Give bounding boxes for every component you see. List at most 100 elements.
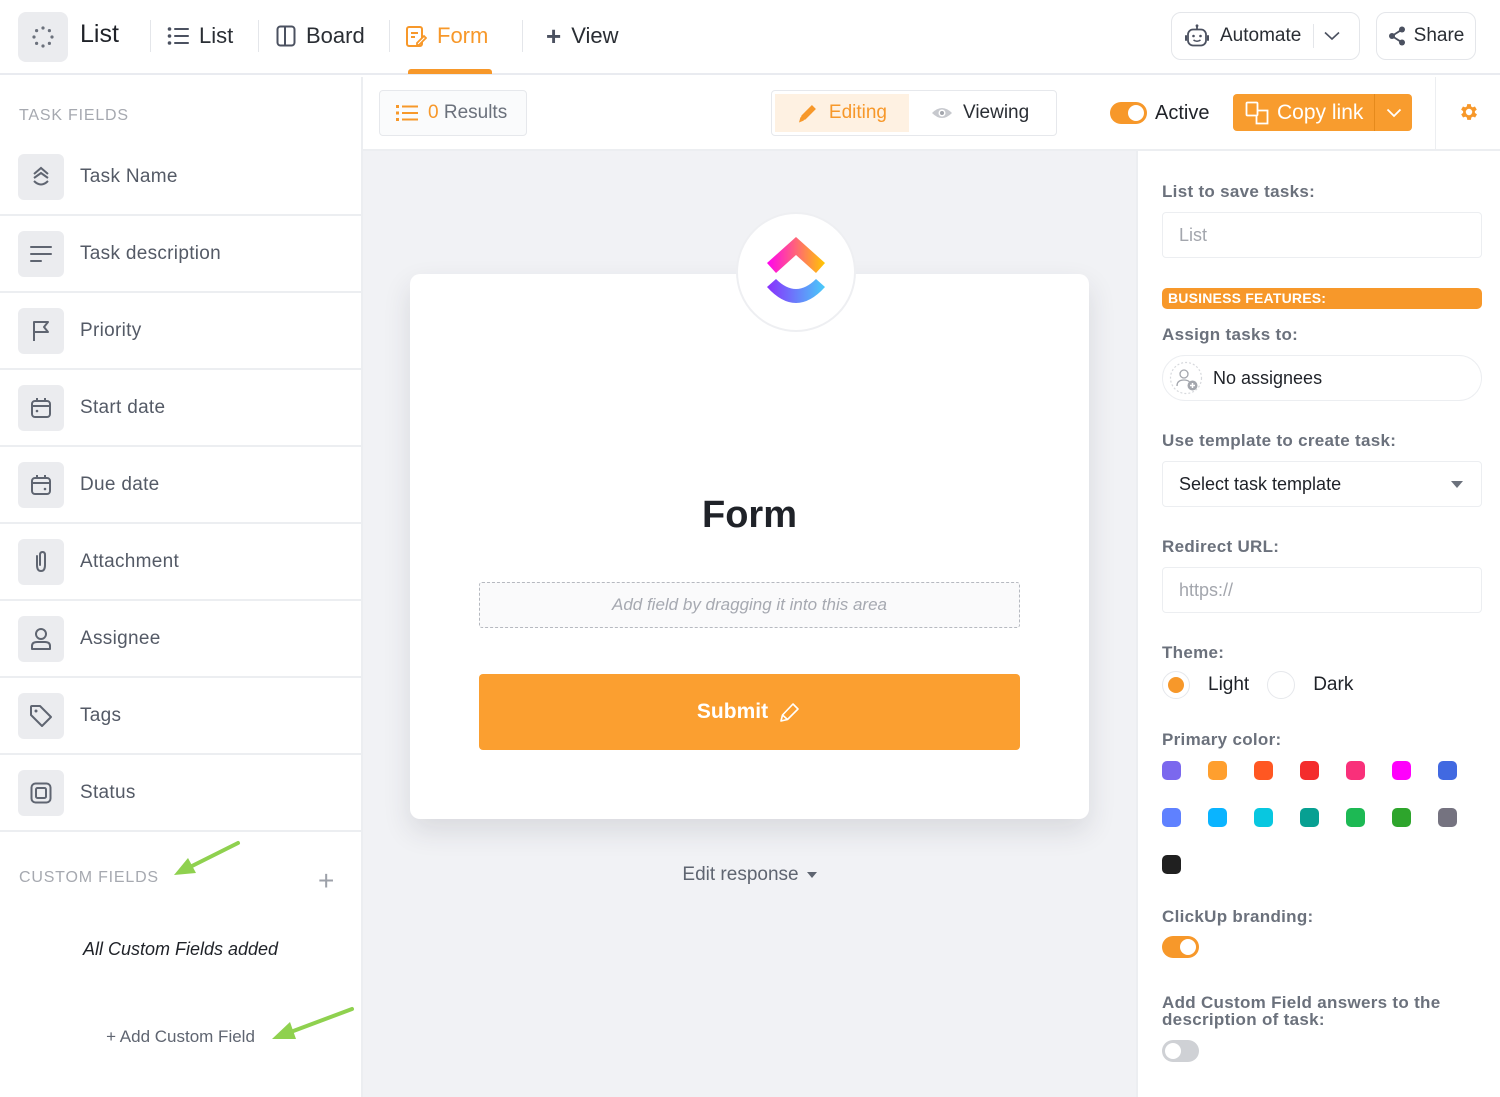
template-value: Select task template (1179, 473, 1342, 494)
form-logo[interactable] (736, 212, 856, 332)
color-swatch[interactable] (1392, 761, 1411, 780)
color-swatch[interactable] (1254, 761, 1273, 780)
assignee-value: No assignees (1213, 367, 1323, 388)
field-item-tags[interactable]: Tags (0, 678, 361, 755)
business-features-badge: BUSINESS FEATURES: (1162, 288, 1482, 309)
form-settings-panel: List to save tasks: List BUSINESS FEATUR… (1136, 151, 1500, 1097)
automate-label: Automate (1220, 25, 1302, 46)
tab-board-label: Board (306, 23, 365, 48)
color-swatch[interactable] (1162, 761, 1181, 780)
active-label: Active (1155, 102, 1210, 124)
redirect-url-input[interactable]: https:// (1162, 567, 1482, 613)
paperclip-icon (18, 538, 64, 585)
add-view-label: View (571, 23, 619, 48)
field-item-due-date[interactable]: Due date (0, 447, 361, 524)
color-swatch[interactable] (1208, 761, 1227, 780)
color-swatch[interactable] (1162, 855, 1181, 874)
tab-list[interactable]: List (167, 18, 233, 54)
edit-response-label: Edit response (682, 864, 799, 885)
clickup-logo-icon (767, 237, 825, 303)
editing-label: Editing (828, 102, 887, 123)
fields-sidebar: TASK FIELDS Task Name Task description P… (0, 77, 363, 1097)
theme-light-radio[interactable] (1162, 671, 1190, 699)
assign-tasks-label: Assign tasks to: (1162, 325, 1299, 344)
form-settings-button[interactable] (1458, 101, 1480, 128)
form-title[interactable]: Form (410, 494, 1089, 537)
field-label: Start date (80, 396, 166, 418)
form-toolbar: 0 Results Editing Viewing Active Copy li… (363, 77, 1500, 151)
branding-toggle[interactable] (1162, 936, 1199, 958)
space-title: List (80, 20, 119, 48)
list-icon (396, 105, 418, 121)
add-user-icon (1169, 361, 1203, 395)
color-swatch[interactable] (1438, 761, 1457, 780)
task-template-select[interactable]: Select task template (1162, 461, 1482, 507)
share-label: Share (1413, 25, 1465, 46)
tab-form-label: Form (437, 23, 489, 48)
share-icon (1388, 26, 1405, 46)
add-view-button[interactable]: + View (546, 18, 618, 54)
color-swatch[interactable] (1208, 808, 1227, 827)
color-swatch[interactable] (1392, 808, 1411, 827)
field-item-priority[interactable]: Priority (0, 293, 361, 370)
chevron-down-icon[interactable] (1324, 31, 1340, 41)
pencil-icon (798, 105, 816, 123)
form-icon (406, 26, 427, 47)
tab-list-label: List (199, 23, 234, 48)
share-button[interactable]: Share (1376, 12, 1476, 60)
field-label: Due date (80, 473, 160, 495)
automate-button[interactable]: Automate (1171, 12, 1360, 60)
space-icon-button[interactable] (18, 12, 68, 62)
calendar-icon (18, 461, 64, 508)
field-item-status[interactable]: Status (0, 755, 361, 832)
color-swatch[interactable] (1438, 808, 1457, 827)
caret-down-icon (806, 872, 817, 878)
color-swatch[interactable] (1300, 761, 1319, 780)
active-toggle[interactable] (1110, 102, 1147, 124)
field-label: Status (80, 781, 136, 803)
plus-icon: + (546, 20, 562, 51)
form-card: Form Add form description Add field by d… (410, 274, 1089, 819)
viewing-mode-button[interactable]: Viewing (909, 94, 1051, 132)
field-item-start-date[interactable]: Start date (0, 370, 361, 447)
field-item-attachment[interactable]: Attachment (0, 524, 361, 601)
color-swatch[interactable] (1346, 808, 1365, 827)
field-item-assignee[interactable]: Assignee (0, 601, 361, 678)
tab-form[interactable]: Form (405, 18, 488, 54)
color-swatch[interactable] (1346, 761, 1365, 780)
color-swatch[interactable] (1254, 808, 1273, 827)
assignee-picker[interactable]: No assignees (1162, 355, 1482, 401)
field-item-task-description[interactable]: Task description (0, 216, 361, 293)
form-canvas: Form Add form description Add field by d… (363, 151, 1136, 1097)
color-swatch[interactable] (1300, 808, 1319, 827)
pencil-icon (780, 703, 799, 722)
results-button[interactable]: 0 Results (379, 90, 527, 136)
field-item-task-name[interactable]: Task Name (0, 139, 361, 216)
robot-icon (1185, 24, 1209, 47)
divider (1435, 77, 1436, 151)
divider (1313, 24, 1315, 48)
field-label: Attachment (80, 550, 180, 572)
copy-link-dropdown[interactable] (1375, 108, 1412, 118)
field-drop-zone[interactable]: Add field by dragging it into this area (479, 582, 1020, 628)
copy-link-label: Copy link (1277, 100, 1364, 124)
top-bar: List List Board Form + View Automate Sha… (0, 0, 1500, 75)
divider (522, 20, 523, 52)
calendar-icon (18, 384, 64, 431)
copy-link-button-group: Copy link (1233, 94, 1412, 131)
editing-mode-button[interactable]: Editing (775, 94, 909, 132)
edit-response-dropdown[interactable]: Edit response (363, 864, 1136, 886)
cf-answers-toggle[interactable] (1162, 1040, 1199, 1062)
copy-link-button[interactable]: Copy link (1233, 94, 1375, 131)
theme-dark-radio[interactable] (1267, 671, 1296, 699)
add-custom-field-plus-button[interactable]: + (318, 865, 334, 897)
list-to-save-input[interactable]: List (1162, 212, 1482, 258)
color-swatch[interactable] (1162, 808, 1181, 827)
tab-board[interactable]: Board (276, 18, 365, 54)
task-name-icon (18, 153, 64, 200)
submit-button[interactable]: Submit (479, 674, 1020, 750)
drop-zone-text: Add field by dragging it into this area (611, 595, 887, 614)
gear-icon (1461, 104, 1477, 120)
field-label: Task description (80, 242, 222, 264)
primary-color-swatches (1162, 761, 1482, 874)
